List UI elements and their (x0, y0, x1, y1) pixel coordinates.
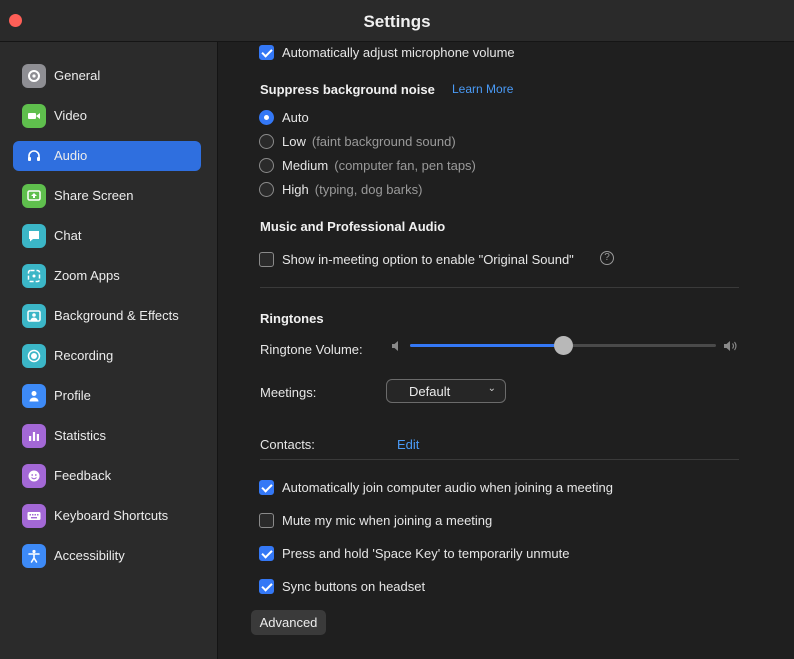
audio-settings-panel: Automatically adjust microphone volume S… (219, 42, 794, 659)
auto-join-audio-label: Automatically join computer audio when j… (282, 480, 613, 495)
title-bar: Settings (0, 0, 794, 42)
noise-low-radio[interactable] (259, 134, 274, 149)
sidebar-item-zoom-apps[interactable]: Zoom Apps (13, 261, 201, 291)
sync-headset-label: Sync buttons on headset (282, 579, 426, 594)
sidebar-item-background-effects[interactable]: Background & Effects (13, 301, 201, 331)
sidebar-item-label: Video (54, 108, 88, 123)
chat-bubble-icon (22, 224, 46, 248)
noise-medium-radio[interactable] (259, 158, 274, 173)
zoom-apps-icon (22, 264, 46, 288)
contacts-label: Contacts: (260, 437, 315, 452)
keyboard-icon (22, 504, 46, 528)
noise-auto-radio[interactable] (259, 110, 274, 125)
window-title: Settings (363, 12, 431, 31)
suppress-noise-heading: Suppress background noise (260, 82, 435, 97)
bar-chart-icon (22, 424, 46, 448)
sidebar-item-label: Zoom Apps (54, 268, 120, 283)
sidebar-item-label: General (54, 68, 101, 83)
sidebar-item-share-screen[interactable]: Share Screen (13, 181, 201, 211)
gear-icon (22, 64, 46, 88)
advanced-button-label: Advanced (259, 615, 318, 630)
auto-adjust-mic-checkbox[interactable] (259, 45, 274, 60)
ringtones-heading: Ringtones (260, 311, 324, 326)
sync-headset-checkbox[interactable] (259, 579, 274, 594)
auto-adjust-mic-label: Automatically adjust microphone volume (282, 45, 515, 60)
contacts-edit-link[interactable]: Edit (397, 437, 419, 452)
sidebar-item-label: Recording (54, 348, 114, 363)
noise-low-hint: (faint background sound) (311, 134, 456, 149)
person-icon (22, 384, 46, 408)
sidebar-item-chat[interactable]: Chat (13, 221, 201, 251)
sidebar-item-audio[interactable]: Audio (13, 141, 201, 171)
space-unmute-label: Press and hold 'Space Key' to temporaril… (282, 546, 570, 561)
noise-high-label: High (typing, dog barks) (282, 182, 423, 197)
smiley-icon (22, 464, 46, 488)
section-divider (260, 459, 739, 460)
noise-auto-label: Auto (282, 110, 309, 125)
mute-on-join-checkbox[interactable] (259, 513, 274, 528)
music-audio-heading: Music and Professional Audio (260, 219, 446, 234)
sidebar-item-label: Profile (54, 388, 91, 403)
volume-high-icon (723, 339, 739, 357)
advanced-button[interactable]: Advanced (251, 610, 326, 635)
sidebar-item-statistics[interactable]: Statistics (13, 421, 201, 451)
noise-medium-label: Medium (computer fan, pen taps) (282, 158, 476, 173)
slider-fill (410, 344, 563, 347)
video-camera-icon (22, 104, 46, 128)
slider-knob[interactable] (554, 336, 573, 355)
sidebar-item-label: Audio (54, 148, 88, 163)
ringtone-volume-slider[interactable] (410, 336, 716, 355)
record-icon (22, 344, 46, 368)
sidebar-item-profile[interactable]: Profile (13, 381, 201, 411)
sidebar-item-label: Feedback (54, 468, 112, 483)
mute-on-join-label: Mute my mic when joining a meeting (282, 513, 493, 528)
section-divider (260, 287, 739, 288)
headphones-icon (22, 144, 46, 168)
sidebar-item-recording[interactable]: Recording (13, 341, 201, 371)
space-unmute-checkbox[interactable] (259, 546, 274, 561)
sidebar-item-label: Background & Effects (54, 308, 179, 323)
meetings-label: Meetings: (260, 385, 317, 400)
sidebar-item-label: Accessibility (54, 548, 125, 563)
accessibility-icon (22, 544, 46, 568)
noise-low-label: Low (faint background sound) (282, 134, 456, 149)
chevron-down-icon: ⌄ (487, 383, 496, 394)
sidebar-item-keyboard-shortcuts[interactable]: Keyboard Shortcuts (13, 501, 201, 531)
settings-sidebar: General Video Audio Share Screen Chat Zo… (0, 42, 218, 659)
select-value: Default (409, 384, 451, 399)
sidebar-item-accessibility[interactable]: Accessibility (13, 541, 201, 571)
help-icon[interactable]: ? (600, 251, 614, 265)
sidebar-item-label: Keyboard Shortcuts (54, 508, 169, 523)
sidebar-item-general[interactable]: General (13, 61, 201, 91)
sidebar-item-feedback[interactable]: Feedback (13, 461, 201, 491)
noise-high-radio[interactable] (259, 182, 274, 197)
ringtone-volume-label: Ringtone Volume: (260, 342, 363, 357)
sidebar-item-label: Statistics (54, 428, 107, 443)
sidebar-item-label: Chat (54, 228, 82, 243)
sidebar-item-video[interactable]: Video (13, 101, 201, 131)
share-screen-icon (22, 184, 46, 208)
learn-more-link[interactable]: Learn More (452, 82, 513, 96)
noise-medium-hint: (computer fan, pen taps) (334, 158, 476, 173)
original-sound-checkbox[interactable] (259, 252, 274, 267)
original-sound-label: Show in-meeting option to enable "Origin… (282, 252, 574, 267)
meetings-ringtone-select[interactable]: Default ⌄ (386, 379, 506, 403)
sidebar-item-label: Share Screen (54, 188, 134, 203)
auto-join-audio-checkbox[interactable] (259, 480, 274, 495)
noise-high-hint: (typing, dog barks) (314, 182, 423, 197)
person-background-icon (22, 304, 46, 328)
volume-low-icon (391, 339, 401, 357)
